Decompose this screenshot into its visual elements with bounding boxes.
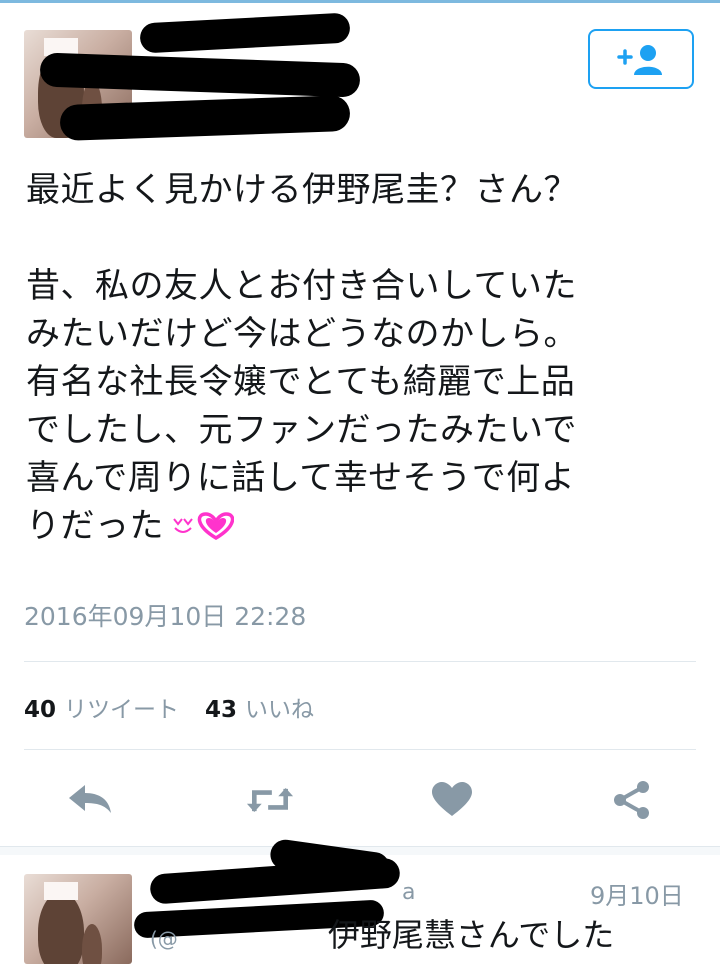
- retweet-count[interactable]: 40: [24, 697, 56, 723]
- reply-handle-fragment: (@: [150, 927, 178, 951]
- retweet-icon: [246, 788, 294, 812]
- share-button[interactable]: [608, 776, 656, 824]
- top-border: [0, 0, 720, 3]
- reply-author-name-fragment[interactable]: a: [402, 880, 415, 905]
- retweet-button[interactable]: [246, 776, 294, 824]
- like-count[interactable]: 43: [205, 697, 237, 723]
- reply-avatar[interactable]: [24, 874, 132, 964]
- reply-button[interactable]: [66, 776, 114, 824]
- like-icon: [432, 782, 472, 816]
- redacted-username: [139, 12, 351, 54]
- add-user-icon: [617, 45, 662, 75]
- tweet-stats: 40 リツイート 43 いいね: [24, 690, 340, 724]
- divider: [24, 749, 696, 750]
- like-label[interactable]: いいね: [245, 690, 314, 724]
- follow-button[interactable]: [588, 29, 694, 89]
- tweet-timestamp: 2016年09月10日 22:28: [24, 602, 307, 631]
- divider: [24, 661, 696, 662]
- heart-emoji-icon: [168, 506, 235, 554]
- tweet-text: 最近よく見かける伊野尾圭？さん？ 昔、私の友人とお付き合いしていた みたいだけど…: [26, 166, 706, 554]
- retweet-label[interactable]: リツイート: [64, 690, 179, 724]
- reply-icon: [69, 785, 111, 813]
- like-button[interactable]: [428, 776, 476, 824]
- tweet-body: 最近よく見かける伊野尾圭？さん？ 昔、私の友人とお付き合いしていた みたいだけど…: [26, 170, 578, 546]
- reply-body: 伊野尾慧さんでした: [327, 916, 615, 954]
- reply-text: (@ 伊野尾慧さんでした: [150, 910, 614, 956]
- reply-date: 9月10日: [590, 882, 684, 910]
- share-icon: [614, 781, 649, 819]
